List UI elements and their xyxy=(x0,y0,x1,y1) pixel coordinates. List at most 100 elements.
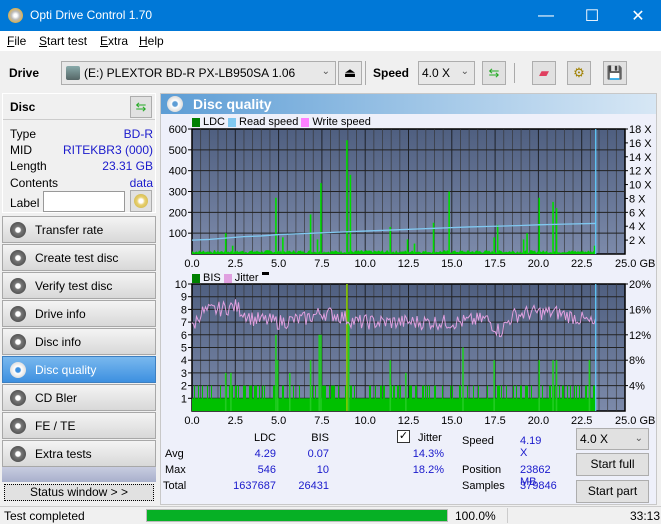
x-tick-label: 22.5 xyxy=(571,258,592,270)
bis-bar xyxy=(410,385,411,411)
bis-bar xyxy=(457,398,458,411)
bis-bar xyxy=(452,385,453,411)
app-disc-icon xyxy=(8,8,23,23)
bis-bar xyxy=(479,398,480,411)
bis-bar xyxy=(518,398,519,411)
bis-bar xyxy=(215,398,216,411)
menu-help[interactable]: Help xyxy=(139,34,164,48)
menu-file[interactable]: File xyxy=(7,34,26,48)
bis-bar xyxy=(284,398,285,411)
bis-bar xyxy=(255,385,256,411)
nav-label: Create test disc xyxy=(35,250,119,265)
nav-label: Extra tests xyxy=(35,446,92,461)
bis-bar xyxy=(298,398,299,411)
bis-bar xyxy=(420,398,421,411)
ldc-bar xyxy=(309,214,312,254)
bis-bar xyxy=(281,398,282,411)
bis-bar xyxy=(528,398,529,411)
close-button[interactable]: ✕ xyxy=(615,0,661,31)
start-part-button[interactable]: Start part xyxy=(576,480,649,503)
bis-bar xyxy=(532,398,533,411)
maximize-button[interactable]: ☐ xyxy=(569,0,615,31)
bis-bar xyxy=(286,398,287,411)
bis-bar xyxy=(266,398,267,411)
bis-bar xyxy=(503,398,504,411)
bis-bar xyxy=(568,398,569,411)
bis-bar xyxy=(563,385,564,411)
bis-bar xyxy=(491,398,492,411)
bis-bar xyxy=(520,385,521,411)
x-tick-label: 25.0 GB xyxy=(615,258,655,270)
bis-bar xyxy=(475,398,476,411)
save-button[interactable]: 💾 xyxy=(603,61,627,85)
nav-transfer-rate[interactable]: Transfer rate xyxy=(2,216,156,243)
nav-cd-bler[interactable]: CD Bler xyxy=(2,384,156,411)
ldc-bar xyxy=(389,226,392,254)
test-speed-select[interactable]: 4.0 X ⌄ xyxy=(576,428,649,450)
disc-contents-key: Contents xyxy=(10,176,59,190)
y2-tick-label: 20% xyxy=(629,279,651,291)
x-tick-label: 0.0 xyxy=(184,258,199,270)
x-tick-label: 12.5 xyxy=(398,258,419,270)
nav-verify-test-disc[interactable]: Verify test disc xyxy=(2,272,156,299)
bis-bar xyxy=(502,398,503,411)
erase-button[interactable]: ▰ xyxy=(532,61,556,85)
x-tick-label: 7.5 xyxy=(314,258,329,270)
bis-bar xyxy=(559,385,560,411)
drive-select[interactable]: (E:) PLEXTOR BD-R PX-LB950SA 1.06 ⌄ xyxy=(61,61,336,85)
settings-button[interactable]: ⚙ xyxy=(567,61,591,85)
eject-button[interactable]: ⏏ xyxy=(338,61,362,85)
main-area: Disc quality LDC Read speed Write speed … xyxy=(158,91,661,506)
bis-bar xyxy=(377,398,378,411)
jitter-checkbox[interactable]: ✓ xyxy=(397,430,410,443)
ldc-bar xyxy=(320,183,322,254)
disc-refresh-button[interactable]: ⇆ xyxy=(130,96,152,118)
bis-bar xyxy=(315,385,316,411)
bis-bar xyxy=(373,398,374,411)
bis-bar xyxy=(335,398,336,411)
bis-bar xyxy=(414,398,415,411)
bis-bar xyxy=(544,398,545,411)
nav-label: Disc quality xyxy=(35,362,97,377)
minimize-button[interactable]: — xyxy=(523,0,569,31)
status-window-button[interactable]: Status window > > xyxy=(4,484,154,501)
menu-start-label: tart test xyxy=(47,34,88,48)
bis-bar xyxy=(344,398,345,411)
bis-bar xyxy=(433,398,434,411)
nav-create-test-disc[interactable]: Create test disc xyxy=(2,244,156,271)
speed-select[interactable]: 4.0 X ⌄ xyxy=(418,61,475,85)
menu-extra[interactable]: Extra xyxy=(100,34,128,48)
menu-bar: File Start test Extra Help xyxy=(0,31,661,51)
menu-start-test[interactable]: Start test xyxy=(39,34,87,48)
bis-bar xyxy=(374,398,375,411)
nav-extra-tests[interactable]: Extra tests xyxy=(2,440,156,467)
title-bar: Opti Drive Control 1.70 — ☐ ✕ xyxy=(0,0,661,31)
bis-bar xyxy=(358,398,359,411)
bis-bar xyxy=(481,398,482,411)
disc-tool-icon xyxy=(10,249,26,266)
disc-label-button[interactable] xyxy=(130,190,152,212)
refresh-button[interactable]: ⇆ xyxy=(482,61,506,85)
bis-bar xyxy=(434,385,435,411)
bis-bar xyxy=(495,398,496,411)
y-tick-label: 10 xyxy=(175,279,187,291)
stats-avg-jitter: 14.3% xyxy=(412,448,444,460)
bis-bar xyxy=(418,398,419,411)
bis-bar xyxy=(361,398,362,411)
bis-bar xyxy=(574,385,575,411)
nav-fe-te[interactable]: FE / TE xyxy=(2,412,156,439)
bis-bar xyxy=(480,398,481,411)
bis-bar xyxy=(300,398,301,411)
stats-max-bis: 10 xyxy=(316,464,329,476)
disc-label-input[interactable] xyxy=(43,191,125,212)
nav-drive-info[interactable]: Drive info xyxy=(2,300,156,327)
nav-disc-quality[interactable]: Disc quality xyxy=(2,356,156,383)
bis-bar xyxy=(322,385,323,411)
bis-bar xyxy=(579,385,580,411)
start-full-button[interactable]: Start full xyxy=(576,453,649,476)
y2-tick-label: 4% xyxy=(629,381,645,393)
bis-bar xyxy=(398,385,399,411)
bis-bar xyxy=(247,398,248,411)
bis-bar xyxy=(448,398,449,411)
nav-disc-info[interactable]: Disc info xyxy=(2,328,156,355)
